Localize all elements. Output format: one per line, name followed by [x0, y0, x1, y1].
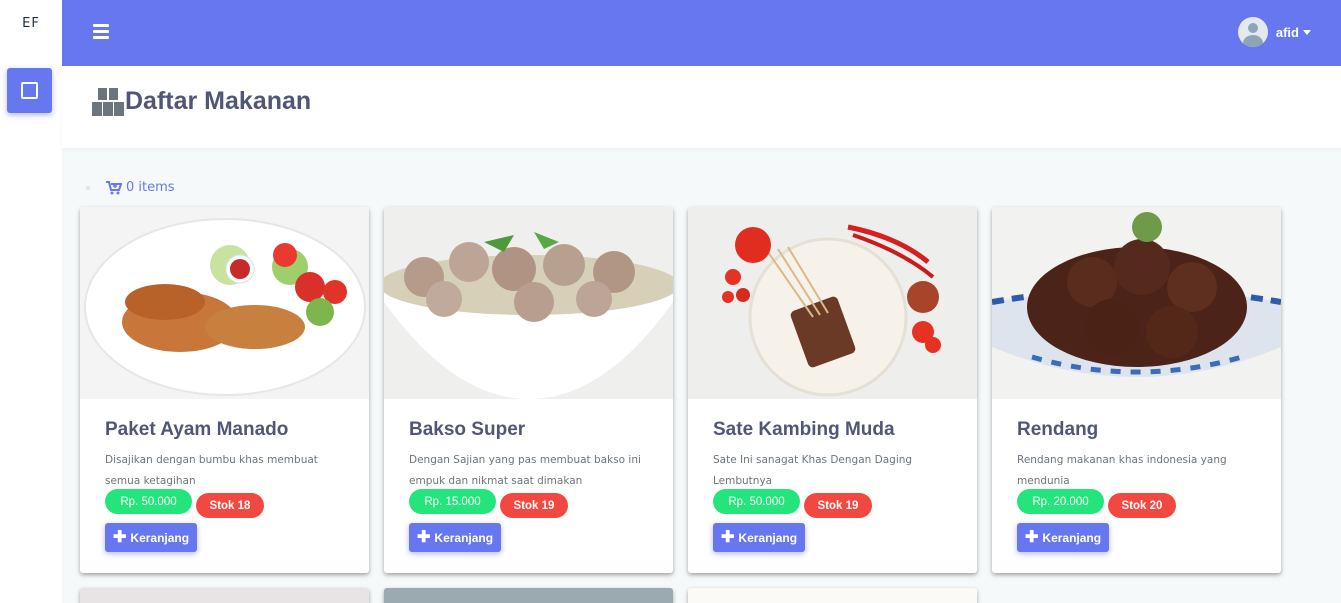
product-image — [992, 207, 1281, 399]
add-to-cart-button[interactable]: ✚ Keranjang — [105, 523, 198, 552]
topbar: afid — [62, 0, 1341, 66]
plus-icon: ✚ — [113, 528, 127, 546]
add-to-cart-label: Keranjang — [434, 530, 494, 545]
add-to-cart-button[interactable]: ✚ Keranjang — [713, 523, 806, 552]
add-to-cart-button[interactable]: ✚ Keranjang — [1017, 523, 1110, 552]
product-name: Sate Kambing Muda — [713, 419, 895, 440]
product-card-partial — [80, 588, 369, 603]
cart-icon — [106, 180, 122, 194]
price-badge: Rp. 20.000 — [1017, 489, 1104, 514]
square-icon — [21, 82, 38, 99]
stock-badge: Stok 19 — [500, 493, 568, 518]
product-card: Rendang Rendang makanan khas indonesia y… — [992, 207, 1281, 573]
page-title: Daftar Makanan — [125, 87, 312, 115]
product-name: Paket Ayam Manado — [105, 419, 289, 440]
product-card: Sate Kambing Muda Sate Ini sanagat Khas … — [688, 207, 977, 573]
product-image — [80, 207, 369, 399]
boxes-icon — [92, 88, 124, 116]
cart-count: 0 items — [126, 180, 175, 195]
user-dropdown[interactable]: afid — [1237, 17, 1311, 47]
product-image — [688, 207, 977, 399]
cart-link[interactable]: 0 items — [86, 180, 175, 195]
product-card-partial — [688, 588, 977, 603]
product-card-partial — [384, 588, 673, 603]
sidebar-menu-button[interactable] — [7, 68, 52, 113]
product-card: Paket Ayam Manado Disajikan dengan bumbu… — [80, 207, 369, 573]
product-image — [384, 207, 673, 399]
product-description: Rendang makanan khas indonesia yang mend… — [1017, 454, 1227, 487]
add-to-cart-label: Keranjang — [130, 530, 190, 545]
product-description: Dengan Sajian yang pas membuat bakso ini… — [409, 454, 641, 487]
avatar — [1237, 17, 1268, 47]
product-name: Rendang — [1017, 419, 1099, 440]
hamburger-menu-icon[interactable] — [93, 24, 109, 40]
price-badge: Rp. 50.000 — [713, 489, 800, 514]
page-header: Daftar Makanan — [62, 66, 1341, 148]
stock-badge: Stok 18 — [196, 493, 264, 518]
add-to-cart-button[interactable]: ✚ Keranjang — [409, 523, 502, 552]
price-badge: Rp. 15.000 — [409, 489, 496, 514]
user-name: afid — [1275, 24, 1299, 40]
product-description: Sate Ini sanagat Khas Dengan Daging Lemb… — [713, 454, 913, 487]
plus-icon: ✚ — [417, 528, 431, 546]
stock-badge: Stok 20 — [1108, 493, 1176, 518]
product-description: Disajikan dengan bumbu khas membuat semu… — [105, 454, 318, 487]
stock-badge: Stok 19 — [804, 493, 872, 518]
product-name: Bakso Super — [409, 419, 526, 440]
plus-icon: ✚ — [721, 528, 735, 546]
sidebar: EF — [0, 0, 62, 603]
brand-logo[interactable]: EF — [0, 16, 62, 31]
add-to-cart-label: Keranjang — [738, 530, 798, 545]
caret-down-icon — [1303, 29, 1311, 35]
add-to-cart-label: Keranjang — [1042, 530, 1102, 545]
plus-icon: ✚ — [1025, 528, 1039, 546]
price-badge: Rp. 50.000 — [105, 489, 192, 514]
product-card: Bakso Super Dengan Sajian yang pas membu… — [384, 207, 673, 573]
